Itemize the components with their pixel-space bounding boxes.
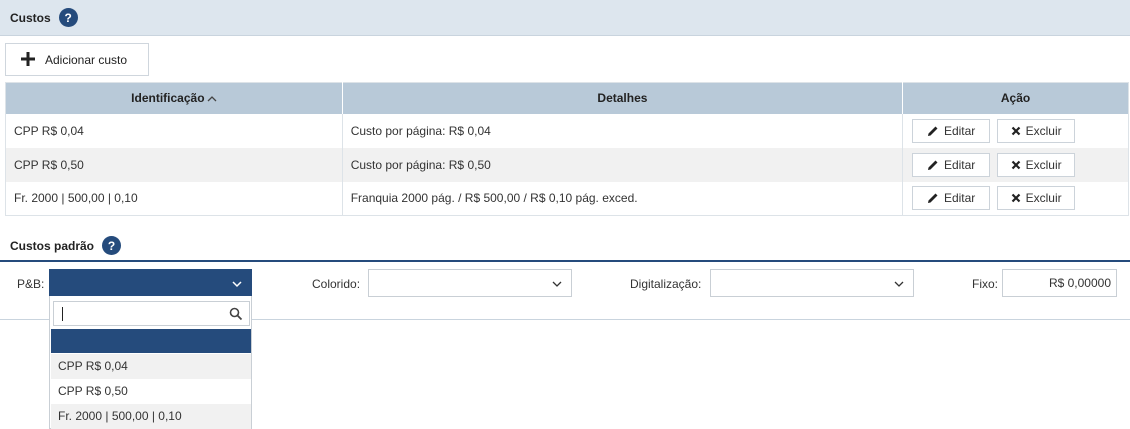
close-icon [1011,126,1020,135]
edit-button[interactable]: Editar [912,152,991,177]
column-header-detalhes: Detalhes [342,82,904,114]
delete-button[interactable]: Excluir [997,186,1076,211]
text-cursor [62,307,63,321]
cell-detalhes: Custo por página: R$ 0,04 [342,113,904,148]
edit-label: Editar [943,157,976,172]
delete-label: Excluir [1025,191,1062,206]
pb-label: P&B: [17,277,45,291]
cell-detalhes: Custo por página: R$ 0,50 [342,147,904,182]
cell-detalhes: Franquia 2000 pág. / R$ 500,00 / R$ 0,10… [342,181,904,216]
table-header-row: Identificação Detalhes Ação [5,82,1129,114]
cell-acao: Editar Excluir [903,182,1129,216]
custos-padrao-help-icon[interactable]: ? [102,236,122,255]
pb-select[interactable] [49,269,252,297]
delete-button[interactable]: Excluir [997,118,1076,143]
cell-identificacao: CPP R$ 0,04 [5,113,343,148]
costs-table: Identificação Detalhes Ação CPP R$ 0,04 … [5,82,1129,216]
chevron-down-icon [552,281,562,287]
pencil-icon [927,126,938,136]
dropdown-option[interactable]: CPP R$ 0,50 [51,379,251,404]
search-icon [229,307,243,321]
dropdown-search-input[interactable] [53,301,250,326]
dropdown-option[interactable]: Fr. 2000 | 500,00 | 0,10 [51,404,251,429]
column-header-acao: Ação [902,82,1129,114]
digitalizacao-label: Digitalização: [630,277,702,291]
column-header-identificacao-label: Identificação [131,91,205,106]
table-row: Fr. 2000 | 500,00 | 0,10 Franquia 2000 p… [5,181,1129,216]
dropdown-option-empty[interactable] [51,329,251,353]
fixo-input[interactable]: R$ 0,00000 [1002,269,1117,297]
colorido-label: Colorido: [312,277,361,291]
edit-label: Editar [943,123,976,138]
cell-acao: Editar Excluir [902,147,1129,182]
close-icon [1011,160,1020,169]
chevron-down-icon [232,281,242,288]
colorido-select[interactable] [368,269,572,297]
cell-acao: Editar Excluir [903,114,1129,148]
delete-label: Excluir [1025,123,1062,138]
add-cost-label: Adicionar custo [45,52,128,67]
close-icon [1011,193,1020,203]
pencil-icon [927,193,938,204]
custos-help-icon[interactable]: ? [58,8,78,27]
column-header-identificacao[interactable]: Identificação [5,82,343,114]
sort-ascending-icon [207,94,217,105]
digitalizacao-select[interactable] [710,269,914,297]
custos-section-header: Custos ? [0,0,1130,36]
pencil-icon [927,160,938,170]
custos-title: Custos [10,10,51,25]
custos-padrao-title: Custos padrão [10,238,95,253]
pb-dropdown-menu: CPP R$ 0,04 CPP R$ 0,50 Fr. 2000 | 500,0… [49,296,252,429]
dropdown-option[interactable]: CPP R$ 0,04 [51,354,251,379]
custos-padrao-header: Custos padrão ? [10,236,122,255]
cell-identificacao: Fr. 2000 | 500,00 | 0,10 [5,181,343,216]
add-cost-button[interactable]: Adicionar custo [5,43,149,76]
chevron-down-icon [894,281,904,287]
delete-button[interactable]: Excluir [997,152,1076,177]
fixo-label: Fixo: [972,277,999,291]
table-row: CPP R$ 0,50 Custo por página: R$ 0,50 Ed… [5,147,1129,182]
plus-icon [21,50,35,70]
edit-button[interactable]: Editar [912,118,991,143]
edit-button[interactable]: Editar [912,186,991,211]
delete-label: Excluir [1025,157,1062,172]
table-row: CPP R$ 0,04 Custo por página: R$ 0,04 Ed… [5,113,1129,148]
cell-identificacao: CPP R$ 0,50 [5,147,343,182]
edit-label: Editar [943,191,976,206]
